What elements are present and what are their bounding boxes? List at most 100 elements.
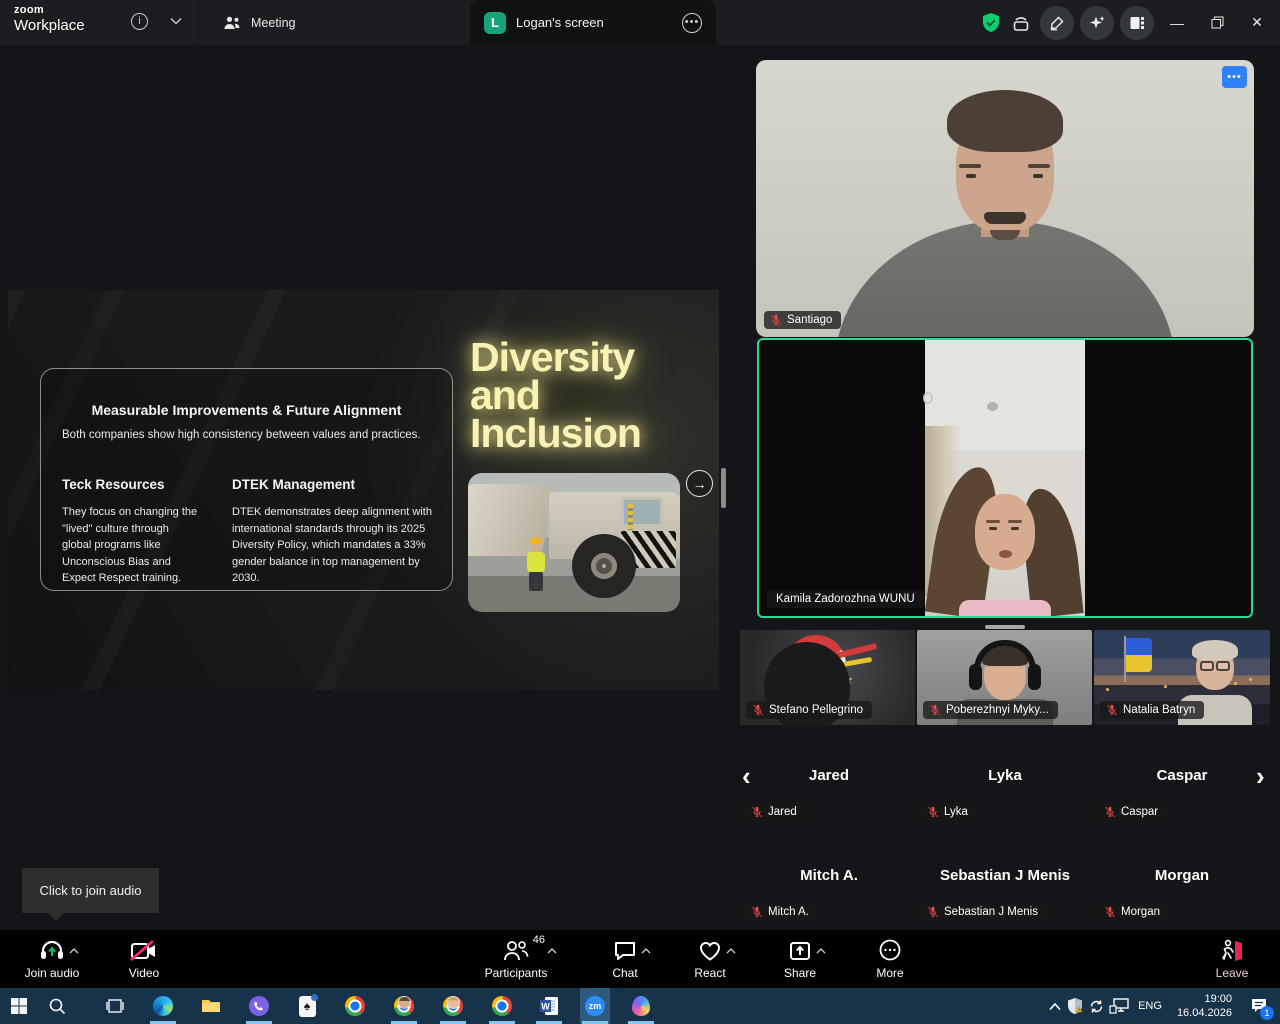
- participant-name: Jared: [768, 806, 797, 818]
- language-indicator[interactable]: ENG: [1133, 1000, 1167, 1012]
- taskbar-chrome-2[interactable]: [487, 988, 517, 1024]
- chat-button[interactable]: Chat: [583, 936, 667, 980]
- teck-body: They focus on changing the "lived" cultu…: [62, 504, 200, 587]
- react-button[interactable]: React: [668, 936, 752, 980]
- meeting-info-icon[interactable]: i: [131, 13, 148, 30]
- join-audio-button[interactable]: Join audio: [10, 936, 94, 980]
- view-layout-button[interactable]: [1120, 6, 1154, 40]
- task-view-button[interactable]: [100, 988, 130, 1024]
- solitaire-icon: ♠: [299, 996, 316, 1017]
- chevron-up-icon[interactable]: [69, 948, 79, 954]
- taskbar-viber[interactable]: [244, 988, 274, 1024]
- chat-icon: [613, 940, 637, 962]
- more-button[interactable]: More: [848, 936, 932, 980]
- leave-button[interactable]: Leave: [1190, 936, 1274, 980]
- annotate-button[interactable]: [1040, 6, 1074, 40]
- tile-more-options-button[interactable]: •••: [1222, 66, 1247, 88]
- tab-more-options-icon[interactable]: •••: [682, 13, 702, 33]
- share-button[interactable]: Share: [758, 936, 842, 980]
- chevron-up-icon[interactable]: [726, 948, 736, 954]
- chevron-up-icon[interactable]: [816, 948, 826, 954]
- companion-device-icon[interactable]: [1008, 11, 1034, 35]
- clock[interactable]: 19:00 16.04.2026: [1171, 992, 1238, 1021]
- video-tile-lyka[interactable]: Lyka Lyka: [917, 757, 1093, 857]
- logo-workplace-text: Workplace: [14, 18, 85, 33]
- task-view-icon: [106, 998, 124, 1014]
- network-icon[interactable]: [1109, 998, 1129, 1014]
- tab-logans-screen[interactable]: L Logan's screen •••: [470, 0, 716, 45]
- muted-mic-icon: [1104, 906, 1116, 918]
- leave-label: Leave: [1216, 966, 1249, 980]
- taskbar-paint3d[interactable]: [626, 988, 656, 1024]
- people-icon: [223, 16, 241, 30]
- participant-name: Sebastian J Menis: [944, 906, 1038, 918]
- video-button[interactable]: Video: [102, 936, 186, 980]
- ai-companion-button[interactable]: [1080, 6, 1114, 40]
- panel-drag-handle[interactable]: [985, 625, 1025, 629]
- search-button[interactable]: [42, 988, 72, 1024]
- muted-mic-icon: [1106, 704, 1118, 716]
- security-shield-icon[interactable]: [980, 11, 1002, 35]
- share-screen-icon: [788, 940, 812, 962]
- restore-icon: [1211, 16, 1224, 29]
- taskbar-edge[interactable]: [148, 988, 178, 1024]
- taskbar-chrome-profile-1[interactable]: [389, 988, 419, 1024]
- taskbar-solitaire[interactable]: ♠: [292, 988, 322, 1024]
- muted-mic-icon: [751, 806, 763, 818]
- screen-share-initial-badge: L: [484, 12, 506, 34]
- layout-icon: [1128, 14, 1146, 32]
- muted-mic-icon: [927, 806, 939, 818]
- share-label: Share: [784, 966, 816, 980]
- muted-mic-icon: [752, 704, 764, 716]
- video-tile-natalia[interactable]: Natalia Batryn: [1094, 630, 1270, 725]
- windows-logo-icon: [10, 997, 28, 1015]
- mining-truck-photo: [468, 473, 680, 612]
- defender-shield-icon[interactable]: [1066, 997, 1084, 1015]
- chevron-down-icon[interactable]: [170, 17, 182, 25]
- headphones-icon: [39, 938, 65, 962]
- react-label: React: [694, 966, 725, 980]
- close-button[interactable]: ✕: [1240, 0, 1274, 45]
- name-tag-lyka: Lyka: [921, 803, 977, 821]
- participant-name: Stefano Pellegrino: [769, 704, 863, 716]
- start-button[interactable]: [4, 988, 34, 1024]
- join-audio-tooltip: Click to join audio: [22, 868, 159, 913]
- hidden-icons-chevron[interactable]: [1048, 1002, 1062, 1011]
- taskbar-word[interactable]: W: [534, 988, 564, 1024]
- video-tile-stefano[interactable]: ★ Stefano Pellegrino: [740, 630, 915, 725]
- video-tile-jared[interactable]: Jared Jared: [741, 757, 917, 857]
- muted-mic-icon: [770, 314, 782, 326]
- tile-center-name: Mitch A.: [741, 867, 917, 884]
- next-slide-button[interactable]: →: [686, 470, 713, 497]
- taskbar-chrome-profile-2[interactable]: [438, 988, 468, 1024]
- slide-heading-line1: Diversity: [470, 338, 641, 376]
- chevron-up-icon[interactable]: [641, 948, 651, 954]
- more-icon: [878, 938, 902, 962]
- taskbar-chrome-1[interactable]: [340, 988, 370, 1024]
- restore-button[interactable]: [1200, 0, 1234, 45]
- action-center-button[interactable]: 1: [1242, 988, 1276, 1024]
- video-tile-poberezhnyi[interactable]: Poberezhnyi Myky...: [917, 630, 1092, 725]
- tab-meeting[interactable]: Meeting: [199, 0, 468, 45]
- chevron-up-icon[interactable]: [547, 948, 557, 954]
- zoom-workplace-logo: zoom Workplace: [14, 5, 85, 33]
- minimize-button[interactable]: —: [1160, 0, 1194, 45]
- participants-count: 46: [533, 934, 545, 946]
- video-tile-santiago[interactable]: ••• Santiago: [756, 60, 1254, 337]
- video-tile-caspar[interactable]: Caspar Caspar: [1094, 757, 1270, 857]
- slide-heading-line3: Inclusion: [470, 414, 641, 452]
- name-tag-caspar: Caspar: [1098, 803, 1167, 821]
- video-tile-kamila-active-speaker[interactable]: Kamila Zadorozhna WUNU: [757, 338, 1253, 618]
- profile-avatar: [398, 996, 411, 1009]
- participant-name: Caspar: [1121, 806, 1158, 818]
- meeting-control-bar: Join audio Video 46: [0, 930, 1280, 988]
- scrollbar-thumb[interactable]: [721, 468, 726, 508]
- teck-heading: Teck Resources: [62, 477, 200, 492]
- participant-name: Poberezhnyi Myky...: [946, 704, 1049, 716]
- sync-icon[interactable]: [1088, 998, 1105, 1015]
- name-tag-kamila: Kamila Zadorozhna WUNU: [767, 590, 924, 608]
- taskbar-file-explorer[interactable]: [196, 988, 226, 1024]
- participants-button[interactable]: 46 Participants: [474, 936, 558, 980]
- time-text: 19:00: [1177, 992, 1232, 1006]
- taskbar-zoom-active[interactable]: zm: [580, 988, 610, 1024]
